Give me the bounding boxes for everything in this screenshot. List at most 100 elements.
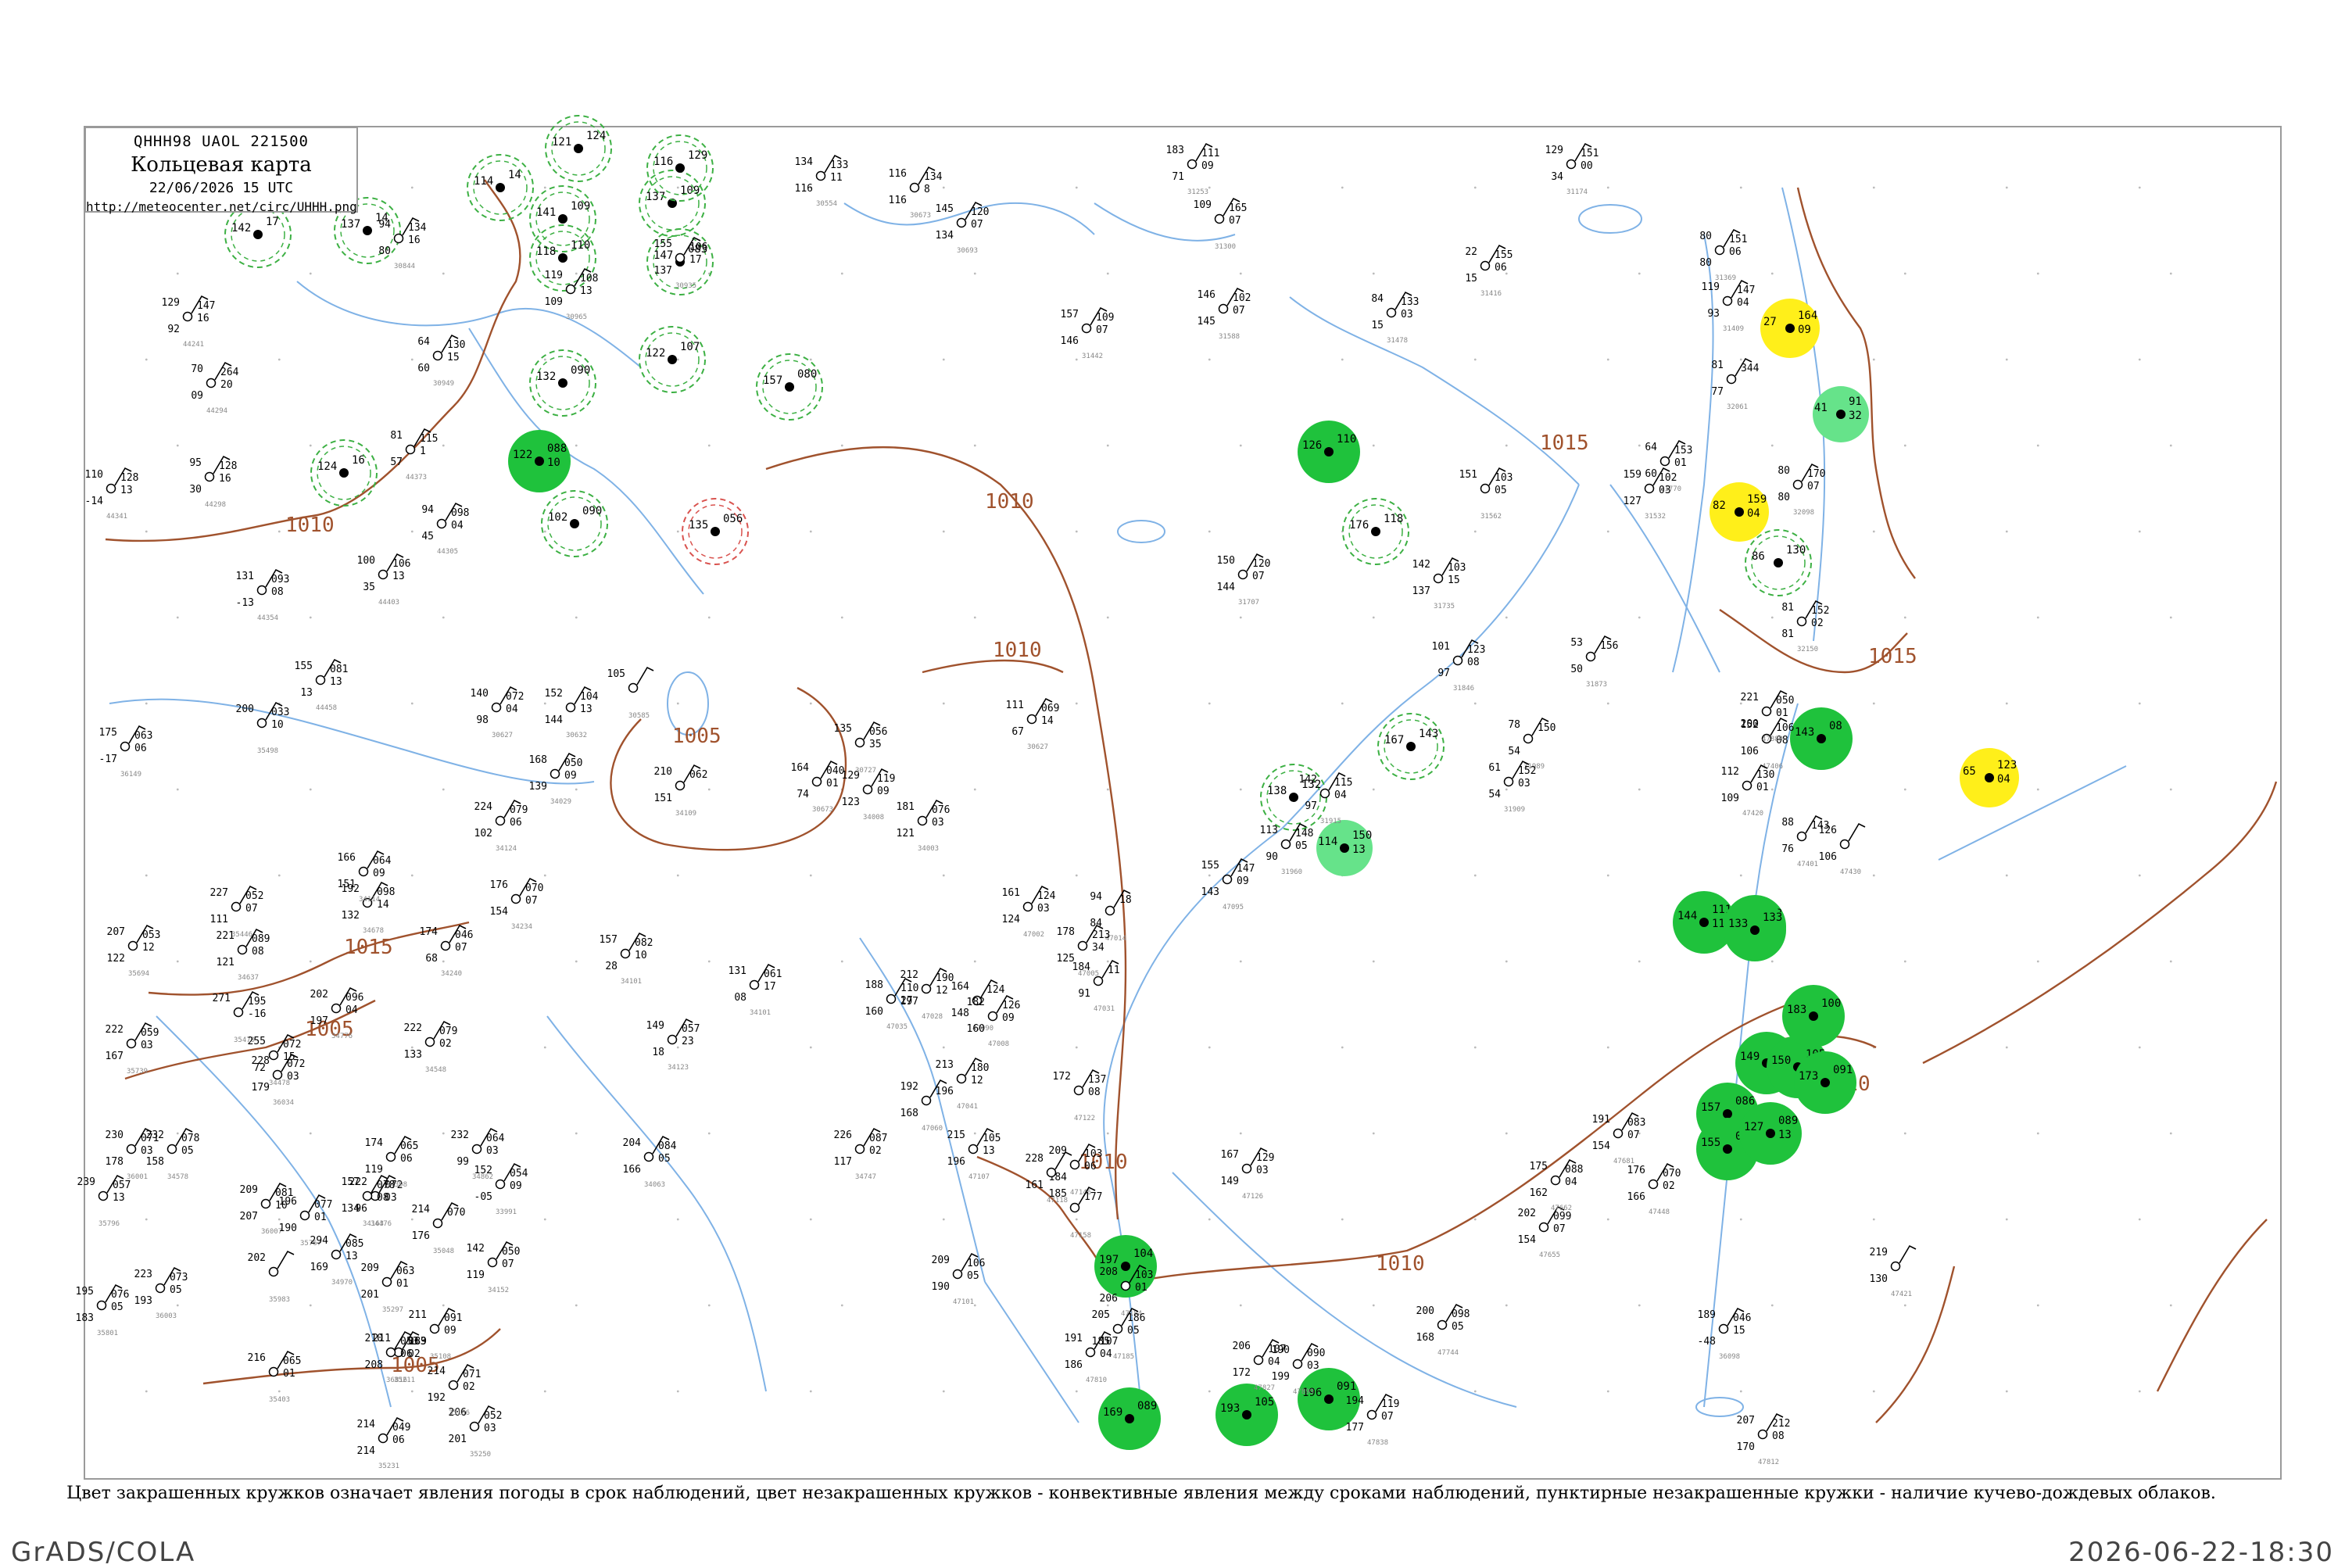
- station-temp: 208: [1100, 1266, 1118, 1278]
- station-pressure: 186: [1127, 1312, 1145, 1324]
- station-temp: 111: [1006, 700, 1024, 711]
- phenomenon-value: 13: [1352, 843, 1366, 856]
- grid-dot: [1075, 1390, 1078, 1393]
- station-tendency: 06: [134, 743, 147, 754]
- grid-dot: [1473, 702, 1477, 705]
- grid-dot: [1106, 1132, 1109, 1135]
- station-temp: 61: [1488, 762, 1501, 774]
- station-dot: [1324, 447, 1334, 456]
- grid-dot: [809, 702, 812, 705]
- grid-dot: [1341, 186, 1344, 189]
- phenomenon-value: 157: [763, 374, 782, 387]
- phenomenon-value: 82: [1713, 499, 1726, 512]
- station-index: 44341: [106, 513, 127, 521]
- grid-dot: [543, 702, 546, 705]
- station-temp: 159: [1624, 469, 1642, 481]
- grid-dot: [2036, 616, 2039, 619]
- grid-dot: [1106, 1304, 1109, 1307]
- station-index: 32061: [1727, 403, 1748, 411]
- station-dewpoint: 54: [1508, 746, 1520, 757]
- station-temp: 142: [467, 1243, 485, 1255]
- station-tendency: 05: [181, 1145, 194, 1157]
- station-index: 35796: [98, 1220, 120, 1228]
- station-pressure: 072: [283, 1039, 301, 1051]
- station-tendency: 04: [1565, 1176, 1577, 1188]
- station-tendency: 07: [455, 942, 467, 954]
- grid-dot: [1208, 1218, 1211, 1221]
- station-dewpoint: 177: [1346, 1422, 1364, 1434]
- station-temp: 294: [310, 1235, 329, 1247]
- station-pressure: 124: [986, 984, 1005, 996]
- phenomenon-value: 118: [536, 245, 556, 258]
- footer-software: GrADS/COLA: [11, 1537, 196, 1568]
- station-temp: 210: [365, 1333, 383, 1344]
- station-marker: [1437, 1319, 1448, 1330]
- station-index: 32098: [1793, 509, 1814, 517]
- grid-dot: [575, 1132, 578, 1135]
- station-tendency: 03: [141, 1040, 153, 1051]
- grid-dot: [2005, 1218, 2008, 1221]
- station-dot: [1723, 1109, 1732, 1119]
- station-index: 30935: [675, 282, 696, 290]
- grid-dot: [1872, 186, 1875, 189]
- station-tendency: 08: [377, 1192, 389, 1204]
- station-marker: [1796, 616, 1807, 627]
- station-dewpoint: 93: [1707, 308, 1720, 320]
- station-index: 35231: [378, 1462, 399, 1470]
- station-temp: 271: [213, 993, 231, 1004]
- station-dewpoint: 172: [1233, 1367, 1251, 1379]
- station-pressure: 106: [392, 558, 410, 570]
- phenomenon-value: 121: [552, 136, 571, 149]
- station-dewpoint: 148: [951, 1008, 969, 1019]
- station-temp: 94: [378, 219, 391, 231]
- station-dewpoint: 15: [1371, 320, 1384, 331]
- grid-dot: [809, 1390, 812, 1393]
- phenomenon-value: 118: [1384, 513, 1403, 525]
- station-pressure: 124: [1037, 890, 1056, 902]
- station-tendency: 08: [1088, 1087, 1101, 1098]
- station-marker: [1839, 839, 1850, 850]
- station-dot: [711, 527, 720, 536]
- phenomenon-value: 109: [571, 200, 590, 213]
- grid-dot: [1739, 1218, 1742, 1221]
- station-marker: [256, 718, 267, 729]
- station-marker: [1069, 1202, 1080, 1213]
- phenomenon-value: 130: [1786, 544, 1806, 557]
- station-temp: 81: [390, 430, 403, 442]
- station-tendency: 07: [502, 1258, 514, 1270]
- station-tendency: 03: [141, 1145, 153, 1157]
- grid-dot: [1638, 960, 1641, 963]
- station-marker: [909, 182, 920, 193]
- phenomenon-value: 110: [571, 239, 590, 252]
- phenomenon-value: 143: [1419, 728, 1438, 740]
- station-temp: 184: [1072, 961, 1091, 973]
- grid-dot: [973, 444, 976, 447]
- station-marker: [491, 702, 502, 713]
- station-temp: 221: [1741, 692, 1759, 703]
- grid-dot: [809, 1218, 812, 1221]
- phenomenon-value: 137: [341, 218, 360, 231]
- station-marker: [565, 284, 576, 295]
- station-dewpoint: 192: [428, 1392, 446, 1404]
- grid-dot: [1473, 186, 1477, 189]
- station-pressure: 134: [924, 171, 943, 183]
- grid-dot: [543, 186, 546, 189]
- station-tendency: 16: [219, 473, 231, 485]
- station-dot: [1121, 1262, 1130, 1271]
- grid-dot: [176, 1132, 179, 1135]
- phenomenon-value: 122: [513, 449, 532, 461]
- station-tendency: 16: [197, 313, 209, 324]
- station-tendency: 10: [635, 950, 647, 961]
- station-marker: [1112, 1323, 1123, 1334]
- station-pressure: 110: [900, 983, 918, 994]
- station-temp: 161: [1002, 887, 1020, 899]
- phenomenon-value: 105: [1255, 1396, 1274, 1409]
- grid-dot: [410, 530, 414, 533]
- station-pressure: 054: [510, 1168, 528, 1180]
- station-pressure: 083: [1627, 1117, 1645, 1129]
- station-dewpoint: 111: [210, 914, 228, 925]
- grid-dot: [410, 358, 414, 361]
- station-marker: [956, 217, 967, 228]
- station-index: 47031: [1094, 1005, 1115, 1013]
- station-dewpoint: 54: [1488, 789, 1501, 800]
